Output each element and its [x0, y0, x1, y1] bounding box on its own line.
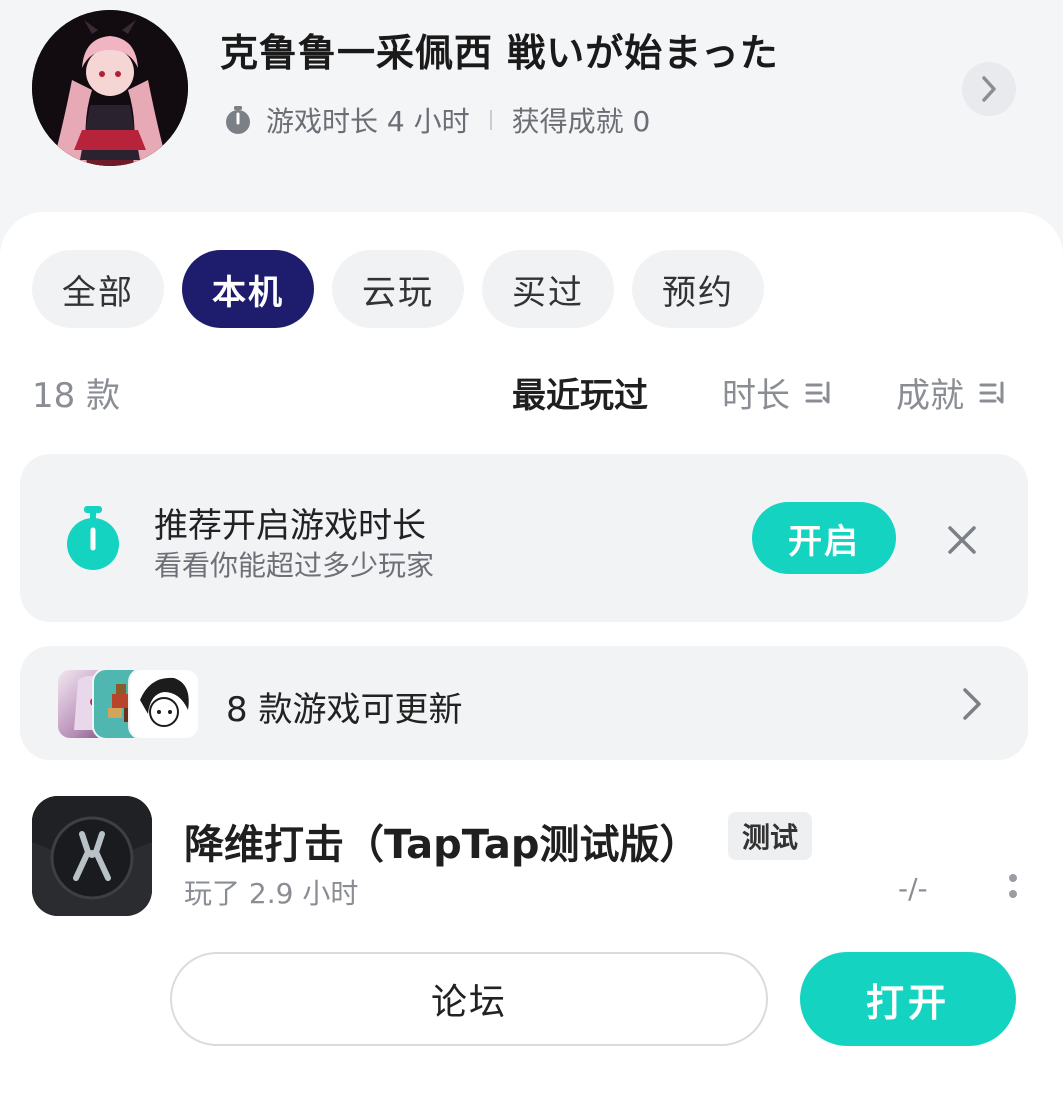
update-thumbnails: [56, 668, 202, 740]
playtime-tracking-banner: 推荐开启游戏时长 看看你能超过多少玩家 开启: [20, 454, 1028, 622]
more-vertical-icon[interactable]: [1006, 872, 1020, 902]
achievement-stat: 获得成就 0: [511, 105, 651, 138]
profile-stats: 游戏时长 4 小时 获得成就 0: [222, 100, 650, 140]
tab-all[interactable]: 全部: [32, 250, 164, 328]
sort-recent-played[interactable]: 最近玩过: [512, 368, 648, 417]
chevron-right-icon: [963, 688, 981, 720]
sort-duration-label: 时长: [722, 376, 790, 416]
game-achievement-ratio: -/-: [898, 872, 928, 905]
sort-achievement-label: 成就: [896, 376, 964, 416]
tab-purchased[interactable]: 买过: [482, 250, 614, 328]
user-avatar[interactable]: [32, 10, 188, 166]
banner-subtitle: 看看你能超过多少玩家: [154, 549, 435, 582]
avatar-illustration: [32, 10, 188, 166]
open-game-button[interactable]: 打开: [800, 952, 1016, 1046]
sort-descending-icon: [805, 381, 830, 403]
sort-duration[interactable]: 时长: [722, 368, 834, 417]
stopwatch-icon: [226, 106, 250, 134]
test-version-badge: 测试: [728, 812, 812, 860]
game-thumbnail: [128, 668, 200, 740]
game-title[interactable]: 降维打击（TapTap测试版）: [184, 812, 700, 870]
profile-detail-button[interactable]: [962, 62, 1016, 116]
sort-achievement[interactable]: 成就: [896, 368, 1008, 417]
stat-divider: [489, 110, 492, 130]
close-icon[interactable]: [942, 520, 982, 560]
game-updates-banner[interactable]: 8 款游戏可更新: [20, 646, 1028, 760]
stopwatch-icon: [67, 506, 119, 570]
forum-button[interactable]: 论坛: [170, 952, 768, 1046]
playtime-stat: 游戏时长 4 小时: [266, 105, 470, 138]
sort-descending-icon: [979, 381, 1004, 403]
username[interactable]: 克鲁鲁一采佩西 戦いが始まった: [220, 22, 779, 77]
sort-recent-label: 最近玩过: [512, 376, 648, 416]
game-playtime: 玩了 2.9 小时: [184, 877, 359, 910]
filter-tabs: 全部 本机 云玩 买过 预约: [32, 250, 764, 328]
enable-playtime-button[interactable]: 开启: [752, 502, 896, 574]
chevron-right-icon: [982, 76, 996, 102]
game-icon[interactable]: [32, 796, 152, 916]
banner-title: 推荐开启游戏时长: [154, 506, 426, 546]
tab-cloud[interactable]: 云玩: [332, 250, 464, 328]
game-count: 18 款: [32, 376, 121, 416]
update-count-text: 8 款游戏可更新: [226, 690, 463, 730]
tab-local[interactable]: 本机: [182, 250, 314, 328]
tab-reserved[interactable]: 预约: [632, 250, 764, 328]
pliers-icon: [32, 796, 152, 916]
